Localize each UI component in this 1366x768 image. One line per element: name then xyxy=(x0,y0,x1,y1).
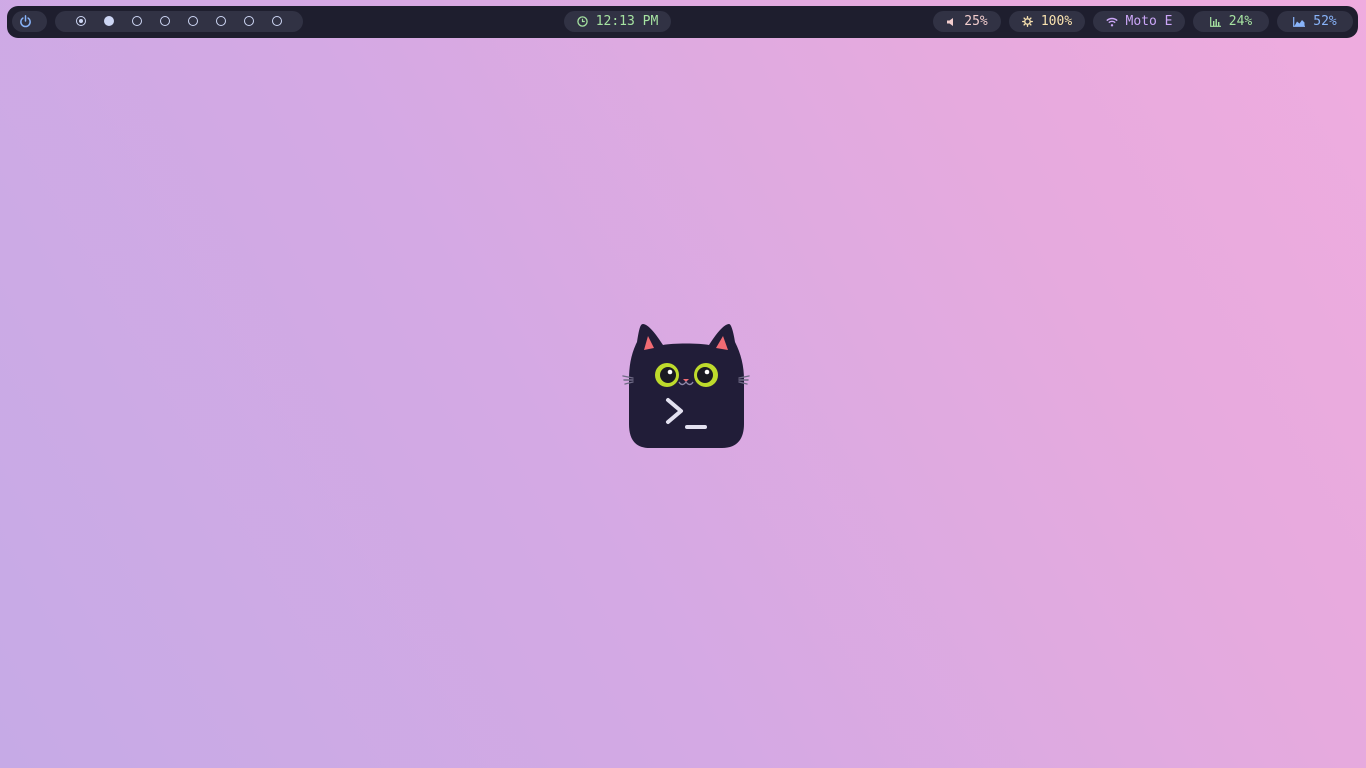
brightness-icon xyxy=(1021,16,1033,27)
clock-text: 12:13 PM xyxy=(595,14,659,29)
speaker-icon xyxy=(947,17,954,26)
workspace-2-button[interactable] xyxy=(104,16,114,26)
wifi-icon xyxy=(1105,17,1118,26)
memory-text: 52% xyxy=(1313,14,1337,29)
brightness-widget[interactable]: 100% xyxy=(1009,11,1085,32)
workspace-8-button[interactable] xyxy=(272,16,282,26)
power-button[interactable] xyxy=(12,11,47,32)
workspace-5-button[interactable] xyxy=(188,16,198,26)
top-bar: 12:13 PM 25% 100% Moto E 24% 52% xyxy=(7,6,1358,38)
volume-widget[interactable]: 25% xyxy=(933,11,1001,32)
terminal-cat-icon xyxy=(622,324,750,448)
wifi-network-name: Moto E xyxy=(1125,14,1173,29)
cpu-text: 24% xyxy=(1228,14,1253,29)
clock-widget[interactable]: 12:13 PM xyxy=(564,11,671,32)
left-eye xyxy=(655,363,679,387)
wifi-widget[interactable]: Moto E xyxy=(1093,11,1185,32)
power-icon xyxy=(20,15,31,28)
right-eye xyxy=(694,363,718,387)
brightness-text: 100% xyxy=(1040,14,1073,29)
workspace-7-button[interactable] xyxy=(244,16,254,26)
workspace-1-button[interactable] xyxy=(76,16,86,26)
workspace-6-button[interactable] xyxy=(216,16,226,26)
workspace-4-button[interactable] xyxy=(160,16,170,26)
clock-icon xyxy=(576,16,588,27)
workspace-switcher xyxy=(55,11,303,32)
workspace-3-button[interactable] xyxy=(132,16,142,26)
memory-area-chart-icon xyxy=(1293,16,1306,27)
memory-widget[interactable]: 52% xyxy=(1277,11,1353,32)
cpu-bar-chart-icon xyxy=(1209,16,1221,27)
cpu-widget[interactable]: 24% xyxy=(1193,11,1269,32)
volume-text: 25% xyxy=(964,14,988,29)
